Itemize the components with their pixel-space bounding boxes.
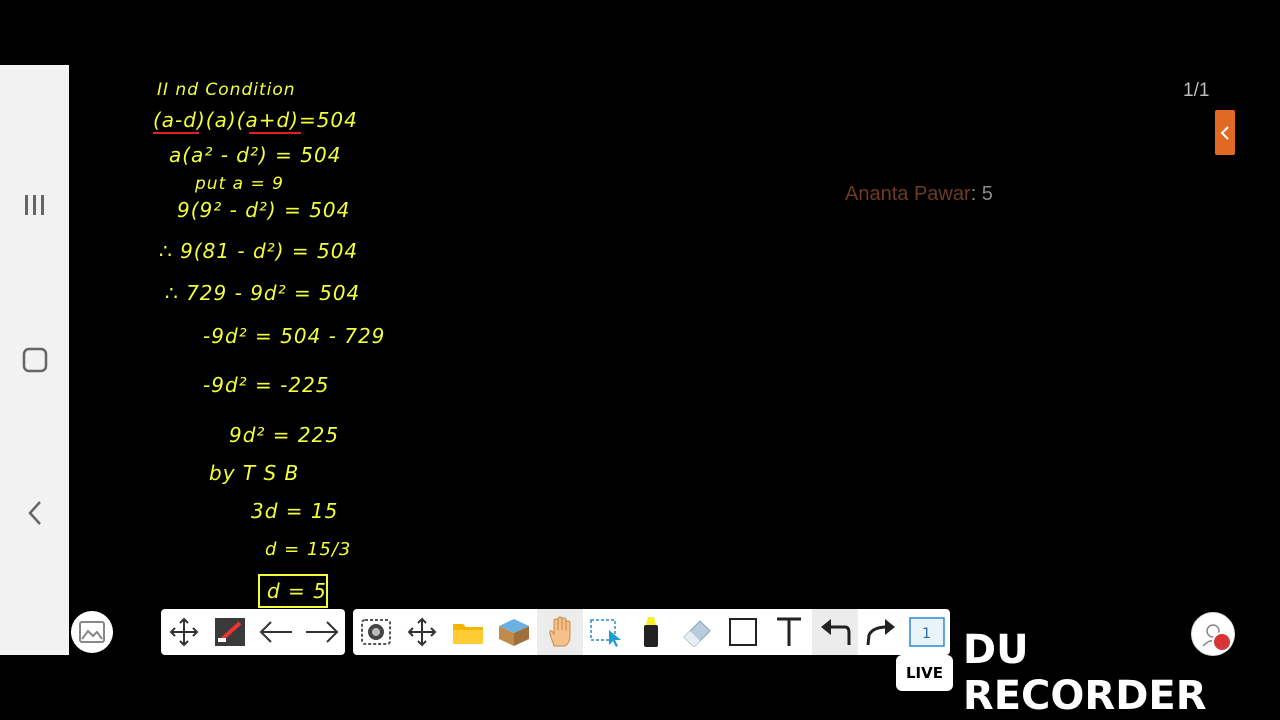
- solution-line: ∴ 9(81 - d²) = 504: [159, 239, 358, 263]
- folder-icon: [452, 624, 483, 644]
- color-pen-icon: [215, 618, 245, 646]
- page-icon: 1: [909, 617, 945, 647]
- select-icon: [589, 619, 621, 647]
- back-button[interactable]: [0, 488, 69, 538]
- rectangle-icon: [729, 618, 758, 646]
- insert-object-tool[interactable]: [491, 609, 537, 655]
- solution-line: ∴ 729 - 9d² = 504: [165, 281, 360, 305]
- redo-tool[interactable]: [858, 609, 904, 655]
- solution-line: d = 15/3: [265, 539, 351, 560]
- home-icon: [22, 347, 47, 373]
- arrow-left-icon: [259, 621, 292, 643]
- solution-line: II nd Condition: [157, 80, 296, 100]
- live-badge: LIVE: [896, 655, 953, 691]
- system-nav-bar: [0, 65, 69, 655]
- arrow-right-icon: [306, 621, 339, 643]
- side-panel-toggle[interactable]: [1215, 110, 1235, 155]
- rectangle-tool[interactable]: [720, 609, 766, 655]
- watermark-text: DU RECORDER: [962, 627, 1207, 719]
- pan-tool[interactable]: [399, 609, 445, 655]
- chevron-left-icon: [1220, 125, 1229, 140]
- solution-line: by T S B: [209, 461, 299, 485]
- highlighter-icon: [644, 617, 659, 647]
- previous-button[interactable]: [253, 609, 299, 655]
- back-icon: [27, 501, 41, 525]
- recent-apps-icon: [24, 195, 44, 215]
- gallery-button[interactable]: [71, 611, 113, 653]
- next-button[interactable]: [299, 609, 345, 655]
- participant-label: Ananta Pawar: 5: [845, 183, 993, 206]
- page-counter: 1/1: [1183, 80, 1210, 101]
- image-icon: [79, 621, 105, 643]
- solution-line: 3d = 15: [251, 499, 338, 523]
- solution-line: 9d² = 225: [229, 423, 339, 447]
- recorder-watermark: LIVE DU RECORDER: [896, 627, 1280, 719]
- move-icon: [407, 617, 437, 647]
- toolbar-right: 1: [353, 609, 950, 655]
- page-tool[interactable]: 1: [904, 609, 950, 655]
- solution-line: 9(9² - d²) = 504: [177, 198, 350, 222]
- eraser-tool[interactable]: [674, 609, 720, 655]
- home-button[interactable]: [0, 335, 69, 385]
- text-tool[interactable]: [766, 609, 812, 655]
- participant-name: Ananta Pawar: [845, 183, 971, 205]
- undo-icon: [821, 619, 851, 645]
- solution-line: -9d² = 504 - 729: [203, 324, 385, 348]
- participant-score: : 5: [970, 183, 993, 205]
- page-number: 1: [922, 626, 931, 642]
- undo-tool[interactable]: [812, 609, 859, 655]
- open-file-tool[interactable]: [445, 609, 491, 655]
- recent-apps-button[interactable]: [0, 180, 69, 230]
- move-tool[interactable]: [161, 609, 207, 655]
- color-pen-tool[interactable]: [207, 609, 253, 655]
- solution-line: d = 5: [267, 579, 327, 603]
- solution-line: -9d² = -225: [203, 373, 330, 397]
- whiteboard-canvas[interactable]: II nd Condition (a-d)(a)(a+d)=504 a(a² -…: [69, 65, 1280, 655]
- highlighter-tool[interactable]: [629, 609, 675, 655]
- camera-icon: [360, 619, 391, 645]
- select-tool[interactable]: [583, 609, 629, 655]
- 3d-box-icon: [498, 619, 529, 646]
- handwritten-solution: II nd Condition (a-d)(a)(a+d)=504 a(a² -…: [153, 80, 385, 608]
- hand-icon: [548, 616, 571, 647]
- hand-tool[interactable]: [536, 609, 583, 655]
- text-icon: [777, 617, 802, 646]
- redo-icon: [866, 619, 896, 646]
- solution-line: put a = 9: [194, 174, 284, 194]
- move-icon: [169, 617, 199, 647]
- screenshot-tool[interactable]: [353, 609, 399, 655]
- eraser-icon: [683, 620, 712, 647]
- toolbar-left: [161, 609, 345, 655]
- solution-line: (a-d)(a)(a+d)=504: [153, 108, 358, 132]
- solution-line: a(a² - d²) = 504: [169, 143, 341, 167]
